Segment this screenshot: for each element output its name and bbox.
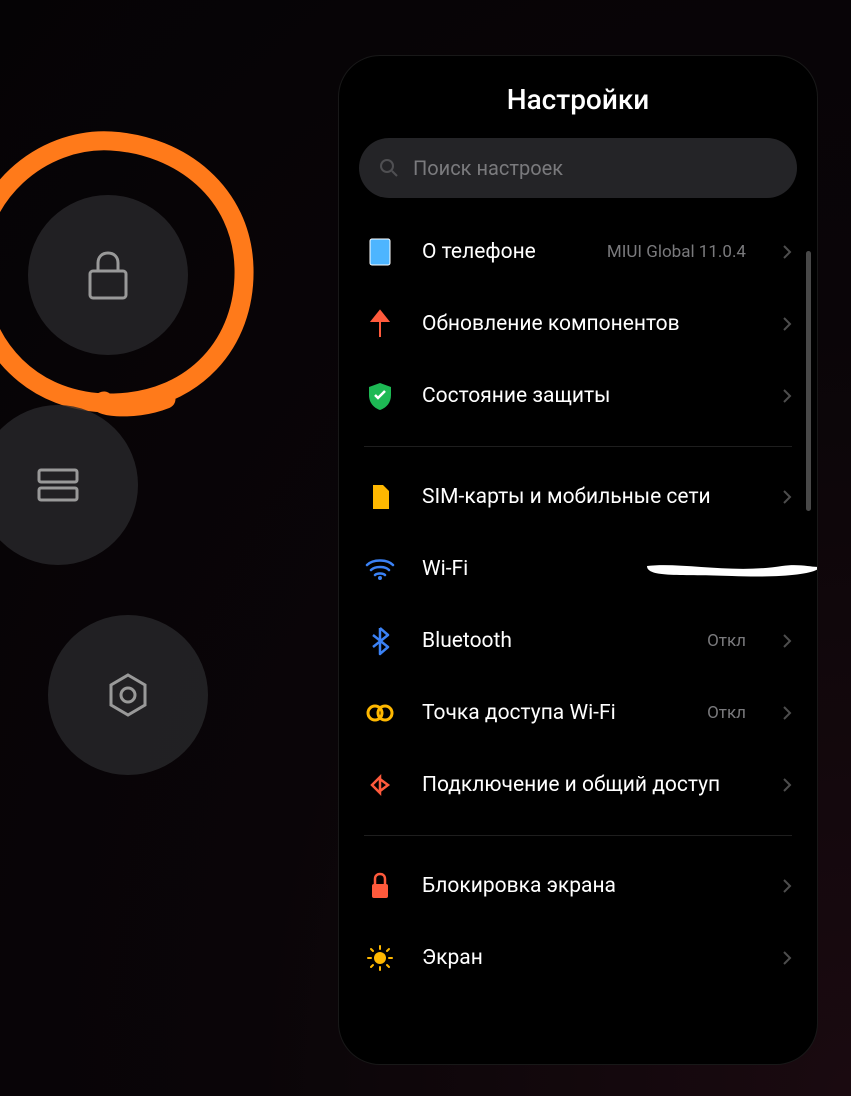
bluetooth-icon <box>364 625 396 657</box>
highlight-annotation <box>0 123 266 423</box>
search-placeholder: Поиск настроек <box>413 156 563 180</box>
chevron-right-icon <box>782 633 792 649</box>
scrollbar[interactable] <box>806 251 811 511</box>
shield-check-icon <box>364 380 396 412</box>
item-label: Точка доступа Wi-Fi <box>422 701 681 725</box>
chevron-right-icon <box>782 316 792 332</box>
recents-button[interactable] <box>0 405 138 565</box>
item-about-phone[interactable]: О телефоне MIUI Global 11.0.4 <box>339 216 817 288</box>
divider <box>364 835 792 836</box>
share-icon <box>364 769 396 801</box>
lock-button[interactable] <box>28 195 188 355</box>
update-arrow-icon <box>364 308 396 340</box>
wifi-icon <box>364 553 396 585</box>
phone-info-icon <box>364 236 396 268</box>
item-security-status[interactable]: Состояние защиты <box>339 360 817 432</box>
item-value: Откл <box>707 631 746 651</box>
item-label: Состояние защиты <box>422 384 746 408</box>
chevron-right-icon <box>782 388 792 404</box>
chevron-right-icon <box>782 705 792 721</box>
item-bluetooth[interactable]: Bluetooth Откл <box>339 605 817 677</box>
settings-panel: Настройки Поиск настроек О телефоне MIUI… <box>338 55 818 1065</box>
item-label: Экран <box>422 946 746 970</box>
search-input[interactable]: Поиск настроек <box>359 138 797 198</box>
chevron-right-icon <box>782 950 792 966</box>
chevron-right-icon <box>782 489 792 505</box>
chevron-right-icon <box>782 777 792 793</box>
divider <box>364 446 792 447</box>
item-value: MIUI Global 11.0.4 <box>607 242 746 262</box>
brightness-icon <box>364 942 396 974</box>
item-label: Обновление компонентов <box>422 312 746 336</box>
chevron-right-icon <box>782 244 792 260</box>
item-sim-networks[interactable]: SIM-карты и мобильные сети <box>339 461 817 533</box>
search-icon <box>379 158 399 178</box>
item-label: SIM-карты и мобильные сети <box>422 485 746 509</box>
item-value: Откл <box>707 703 746 723</box>
hexagon-settings-icon <box>103 670 153 720</box>
item-label: Подключение и общий доступ <box>422 773 746 797</box>
item-label: Блокировка экрана <box>422 874 746 898</box>
item-display[interactable]: Экран <box>339 922 817 994</box>
page-title: Настройки <box>339 71 817 138</box>
hotspot-icon <box>364 697 396 729</box>
settings-button[interactable] <box>48 615 208 775</box>
lock-icon <box>85 249 131 301</box>
chevron-right-icon <box>782 878 792 894</box>
recents-icon <box>35 462 81 508</box>
item-label: О телефоне <box>422 240 581 264</box>
item-connection-share[interactable]: Подключение и общий доступ <box>339 749 817 821</box>
lock-icon <box>364 870 396 902</box>
item-label: Bluetooth <box>422 629 681 653</box>
item-hotspot[interactable]: Точка доступа Wi-Fi Откл <box>339 677 817 749</box>
item-lock-screen[interactable]: Блокировка экрана <box>339 850 817 922</box>
item-wifi[interactable]: Wi-Fi <box>339 533 817 605</box>
sim-icon <box>364 481 396 513</box>
item-component-update[interactable]: Обновление компонентов <box>339 288 817 360</box>
